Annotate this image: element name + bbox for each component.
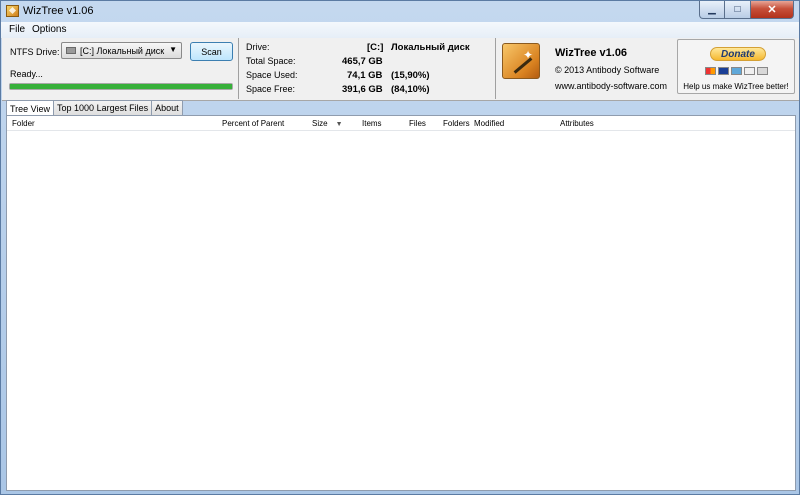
donate-button-label: Donate: [721, 48, 755, 60]
menu-bar: File Options: [1, 22, 799, 39]
column-files[interactable]: Files: [409, 119, 426, 128]
wiztree-logo-icon: ✦: [502, 43, 540, 79]
close-button[interactable]: ✕: [751, 1, 794, 19]
status-text: Ready...: [10, 69, 43, 79]
wiztree-app-icon: [6, 5, 19, 17]
column-modified[interactable]: Modified: [474, 119, 504, 128]
tree-header: Folder Percent of Parent Size ▼ Items Fil…: [7, 116, 795, 131]
sort-descending-icon: ▼: [335, 121, 343, 128]
title-bar[interactable]: WizTree v1.06 ▁ □ ✕: [1, 1, 799, 22]
amex-icon: [731, 67, 742, 75]
hard-drive-icon: [66, 47, 76, 54]
maximize-button[interactable]: □: [725, 1, 751, 19]
brand-copyright: © 2013 Antibody Software: [555, 65, 660, 75]
drive-label: Drive:: [246, 42, 270, 52]
total-space-label: Total Space:: [246, 56, 296, 66]
view-tabs: Tree View Top 1000 Largest Files About: [6, 100, 183, 116]
folder-tree-view[interactable]: Folder Percent of Parent Size ▼ Items Fil…: [6, 115, 796, 491]
drive-value: [C:]: [367, 42, 384, 53]
space-free-value: 391,6 GB: [342, 84, 383, 95]
tab-tree-view[interactable]: Tree View: [6, 100, 55, 116]
scan-button-label: Scan: [201, 46, 222, 57]
donate-panel[interactable]: Donate Help us make WizTree better!: [677, 39, 795, 94]
tab-top-1000-label: Top 1000 Largest Files: [57, 103, 149, 113]
scan-progress-fill: [10, 84, 232, 89]
app-window: WizTree v1.06 ▁ □ ✕ File Options NTFS Dr…: [0, 0, 800, 495]
scan-progress-bar: [9, 83, 233, 90]
brand-title: WizTree v1.06: [555, 47, 628, 59]
discover-icon: [744, 67, 755, 75]
donate-button[interactable]: Donate: [710, 47, 766, 61]
selected-drive-value: [C:] Локальный диск: [80, 46, 165, 56]
tab-tree-view-label: Tree View: [10, 103, 51, 114]
window-controls: ▁ □ ✕: [699, 1, 794, 20]
total-space-value: 465,7 GB: [342, 56, 383, 67]
minimize-button[interactable]: ▁: [699, 1, 725, 19]
donate-message: Help us make WizTree better!: [683, 82, 789, 91]
column-attributes[interactable]: Attributes: [560, 119, 594, 128]
drive-info-panel: Drive: [C:] Локальный диск Total Space: …: [239, 38, 496, 99]
window-title: WizTree v1.06: [23, 5, 94, 17]
ntfs-drive-label: NTFS Drive:: [10, 47, 60, 57]
minimize-icon: ▁: [708, 4, 716, 15]
maximize-icon: □: [734, 4, 741, 15]
top-panel: NTFS Drive: [C:] Локальный диск ▼ Scan R…: [2, 38, 799, 101]
space-used-percent: (15,90%): [391, 70, 430, 81]
scan-panel: NTFS Drive: [C:] Локальный диск ▼ Scan R…: [2, 38, 239, 99]
column-size[interactable]: Size ▼: [312, 119, 343, 128]
column-size-label: Size: [312, 119, 328, 128]
chevron-down-icon: ▼: [169, 45, 177, 54]
drive-volume-name: Локальный диск: [391, 42, 470, 53]
mastercard-icon: [705, 67, 716, 75]
tab-top-1000-largest-files[interactable]: Top 1000 Largest Files: [53, 100, 153, 115]
column-percent-of-parent[interactable]: Percent of Parent: [222, 119, 284, 128]
close-icon: ✕: [767, 4, 777, 16]
space-used-label: Space Used:: [246, 70, 298, 80]
scan-button[interactable]: Scan: [190, 42, 233, 61]
payment-cards: [705, 67, 768, 75]
bank-icon: [757, 67, 768, 75]
visa-icon: [718, 67, 729, 75]
tab-about-label: About: [155, 103, 179, 113]
column-folders[interactable]: Folders: [443, 119, 470, 128]
column-items[interactable]: Items: [362, 119, 382, 128]
space-free-label: Space Free:: [246, 84, 296, 94]
brand-panel: ✦ WizTree v1.06 © 2013 Antibody Software…: [496, 38, 674, 99]
menu-file[interactable]: File: [9, 24, 25, 35]
drive-select[interactable]: [C:] Локальный диск ▼: [61, 42, 182, 59]
space-used-value: 74,1 GB: [347, 70, 383, 81]
space-free-percent: (84,10%): [391, 84, 430, 95]
menu-options[interactable]: Options: [32, 24, 66, 35]
column-folder[interactable]: Folder: [12, 119, 35, 128]
tab-about[interactable]: About: [151, 100, 183, 115]
brand-website-link[interactable]: www.antibody-software.com: [555, 81, 667, 91]
